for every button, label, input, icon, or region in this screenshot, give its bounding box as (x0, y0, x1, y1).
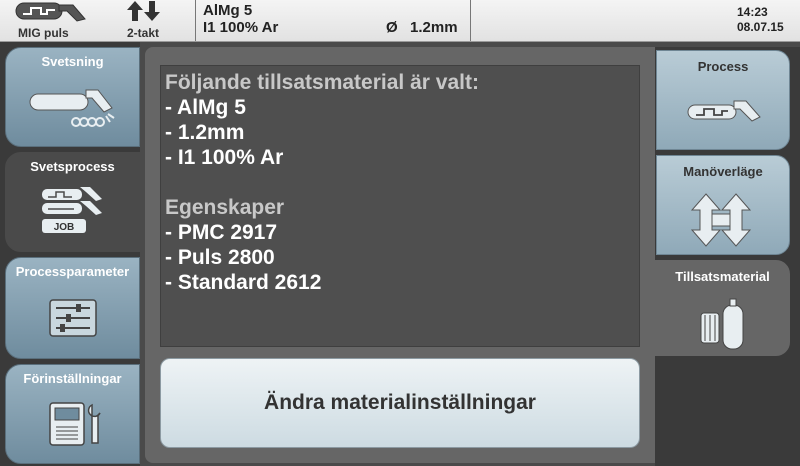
diameter-value: 1.2mm (410, 19, 458, 36)
trigger-label: 2-takt (127, 26, 160, 40)
material-info-box: Följande tillsatsmaterial är valt: - AlM… (160, 65, 640, 347)
nav-tab-label: Svetsning (41, 54, 104, 69)
pulse-torch-icon (15, 2, 86, 22)
job-process-icon: JOB (42, 187, 102, 233)
status-bar: MIG puls 2-takt AlMg 5 I1 100% Ar Ø 1.2m… (0, 0, 800, 42)
diameter-symbol: Ø (386, 19, 398, 36)
nav-tab-manoverlage[interactable]: Manöverläge (656, 155, 790, 255)
welding-torch-icon (29, 89, 115, 127)
property-pmc: - PMC 2917 (165, 221, 278, 244)
trigger-arrows-icon (127, 1, 160, 21)
nav-tab-label: Process (697, 59, 749, 74)
nav-tab-svetsning[interactable]: Svetsning (5, 47, 140, 147)
info-line-gas: - I1 100% Ar (165, 146, 284, 169)
clock-date: 08.07.15 (737, 20, 784, 34)
material-value: AlMg 5 (203, 2, 253, 19)
nav-tab-process[interactable]: Process (656, 50, 790, 150)
property-standard: - Standard 2612 (165, 271, 322, 294)
trigger-mode-indicator[interactable]: 2-takt (118, 0, 170, 42)
nav-tab-tillsatsmaterial[interactable]: Tillsatsmaterial (655, 260, 790, 356)
parameter-sliders-icon (49, 299, 97, 337)
job-badge: JOB (54, 222, 75, 233)
change-material-settings-button[interactable]: Ändra materialinställningar (160, 358, 640, 448)
nav-tab-label: Manöverläge (683, 164, 763, 179)
mode-label: MIG puls (18, 26, 69, 40)
up-down-arrows-icon (690, 193, 752, 247)
property-puls: - Puls 2800 (165, 246, 275, 269)
nav-tab-processparameter[interactable]: Processparameter (5, 257, 140, 359)
nav-tab-forinstallningar[interactable]: Förinställningar (5, 364, 140, 464)
gas-value: I1 100% Ar (203, 19, 279, 36)
nav-tab-label: Tillsatsmaterial (675, 269, 770, 284)
wire-gas-cylinder-icon (700, 298, 744, 350)
clock-time: 14:23 (737, 5, 768, 19)
info-line-diameter: - 1.2mm (165, 121, 245, 144)
separator (470, 0, 471, 41)
separator (195, 0, 196, 41)
machine-wrench-icon (49, 402, 101, 446)
properties-heading: Egenskaper (165, 196, 285, 219)
info-line-material: - AlMg 5 (165, 96, 246, 119)
nav-tab-label: Processparameter (15, 264, 130, 279)
nav-tab-label: Förinställningar (23, 371, 122, 386)
mode-indicator[interactable]: MIG puls (0, 0, 95, 42)
pulse-torch-icon (687, 100, 761, 122)
info-heading: Följande tillsatsmaterial är valt: (165, 71, 479, 94)
nav-tab-svetsprocess[interactable]: Svetsprocess JOB (5, 152, 140, 252)
nav-tab-label: Svetsprocess (30, 159, 115, 174)
